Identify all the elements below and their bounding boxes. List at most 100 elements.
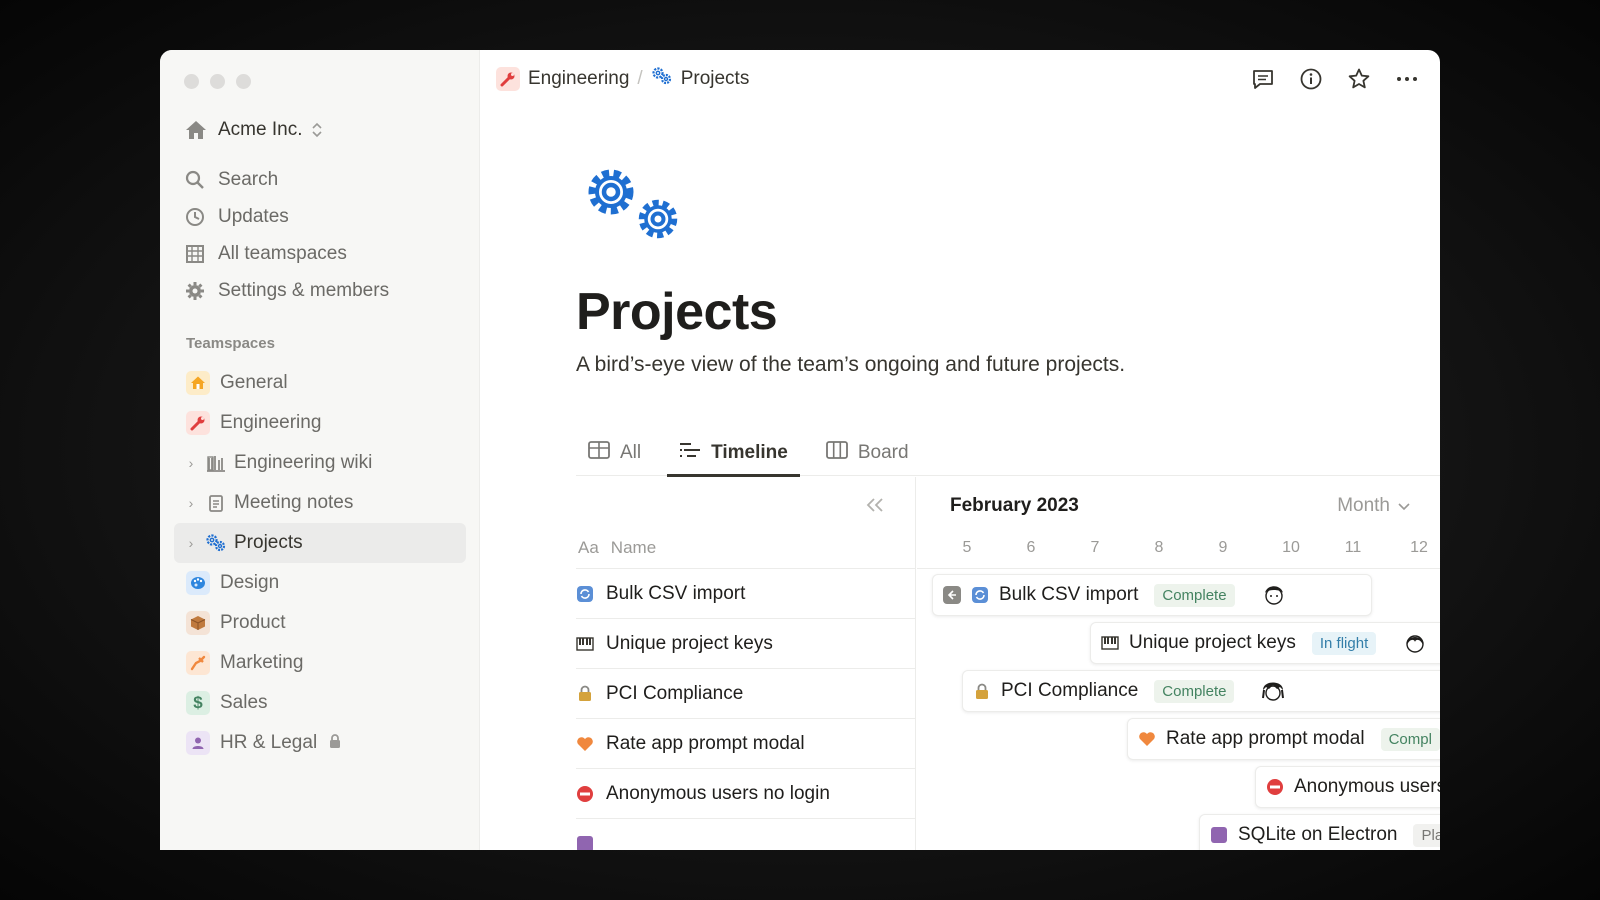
row-name: Bulk CSV import — [606, 582, 746, 604]
sidebar-item-general[interactable]: General — [174, 363, 466, 403]
tab-all[interactable]: All — [576, 430, 653, 476]
status-badge: Compl — [1380, 727, 1440, 751]
app-window: Acme Inc. Search Updates All teamspaces … — [160, 50, 1440, 850]
sqlite-icon — [1210, 826, 1228, 844]
sidebar-item-label: Settings & members — [218, 279, 390, 301]
bar-name: Anonymous users — [1294, 776, 1440, 797]
sidebar-item-marketing[interactable]: Marketing — [174, 643, 466, 683]
timeline-bar[interactable]: Unique project keys In flight — [1090, 622, 1440, 664]
text-type-icon: Aa — [578, 537, 599, 557]
piano-icon — [576, 635, 594, 653]
chevron-right-icon[interactable]: › — [184, 455, 198, 471]
bar-name: Rate app prompt modal — [1166, 728, 1365, 749]
breadcrumb-engineering[interactable]: Engineering — [496, 67, 629, 91]
breadcrumb-projects[interactable]: Projects — [651, 66, 749, 92]
arrow-left-icon[interactable] — [943, 586, 961, 604]
no-entry-icon — [576, 785, 594, 803]
chevron-right-icon[interactable]: › — [184, 535, 198, 551]
sidebar-item-label: Updates — [218, 205, 289, 227]
day-label: 10 — [1282, 539, 1300, 556]
table-row[interactable]: PCI Compliance — [576, 669, 915, 719]
house-icon — [184, 118, 208, 142]
clock-icon — [184, 206, 206, 228]
sidebar-item-all-teamspaces[interactable]: All teamspaces — [184, 235, 464, 272]
tab-board[interactable]: Board — [814, 430, 921, 476]
day-label: 8 — [1154, 539, 1164, 556]
table-pane: Aa Name Bulk CSV import Unique project k… — [576, 477, 916, 850]
sidebar: Acme Inc. Search Updates All teamspaces … — [160, 50, 480, 850]
star-icon[interactable] — [1346, 66, 1372, 92]
wrench-icon — [186, 411, 210, 435]
minimize-window-button[interactable] — [210, 74, 225, 89]
sidebar-item-label: Engineering — [220, 412, 322, 433]
more-options-icon[interactable] — [1394, 66, 1420, 92]
zoom-window-button[interactable] — [236, 74, 251, 89]
sidebar-item-engineering-wiki[interactable]: › Engineering wiki — [174, 443, 466, 483]
chevron-up-down-icon — [312, 122, 323, 138]
sqlite-icon — [576, 835, 594, 850]
status-badge: Complete — [1154, 679, 1235, 703]
chevron-right-icon[interactable]: › — [184, 495, 198, 511]
avatar — [1261, 582, 1287, 608]
comment-icon[interactable] — [1250, 66, 1276, 92]
sidebar-item-sales[interactable]: $ Sales — [174, 683, 466, 723]
sidebar-item-label: Product — [220, 612, 286, 633]
row-name: Rate app prompt modal — [606, 732, 805, 754]
table-row[interactable]: Rate app prompt modal — [576, 719, 915, 769]
chevron-down-icon — [1398, 495, 1410, 517]
collapse-icon[interactable] — [865, 493, 885, 519]
search-icon — [184, 169, 206, 191]
sidebar-item-label: Projects — [234, 532, 303, 553]
table-row[interactable] — [576, 819, 915, 850]
dollar-icon: $ — [186, 691, 210, 715]
sidebar-item-settings[interactable]: Settings & members — [184, 272, 464, 309]
sidebar-item-design[interactable]: Design — [174, 563, 466, 603]
bar-name: PCI Compliance — [1001, 680, 1139, 701]
sidebar-item-label: Design — [220, 572, 280, 593]
avatar — [1402, 630, 1428, 656]
breadcrumb-separator: / — [637, 68, 643, 89]
workspace-switcher[interactable]: Acme Inc. — [184, 118, 323, 142]
teamspaces-list: General Engineering › Engineering wiki › — [174, 363, 466, 763]
window-controls — [184, 74, 251, 89]
page-title[interactable]: Projects — [576, 282, 778, 342]
timeline-scale-label: Month — [1337, 495, 1390, 516]
timeline-bar[interactable]: SQLite on Electron Pla — [1199, 814, 1440, 850]
timeline-bar[interactable]: Bulk CSV import Complete — [932, 574, 1372, 616]
timeline-scale-select[interactable]: Month — [1337, 495, 1410, 517]
lock-icon — [576, 685, 594, 703]
workspace-name: Acme Inc. — [218, 119, 303, 140]
row-name: Anonymous users no login — [606, 782, 830, 804]
sidebar-item-label: Marketing — [220, 652, 304, 673]
table-row[interactable]: Anonymous users no login — [576, 769, 915, 819]
house-icon — [186, 371, 210, 395]
sidebar-item-hr-legal[interactable]: HR & Legal — [174, 723, 466, 763]
sidebar-item-engineering[interactable]: Engineering — [174, 403, 466, 443]
timeline-bar[interactable]: Rate app prompt modal Compl — [1127, 718, 1440, 760]
bar-name: Bulk CSV import — [999, 584, 1139, 605]
day-label: 11 — [1344, 539, 1362, 556]
sidebar-item-updates[interactable]: Updates — [184, 198, 464, 235]
sidebar-item-label: Engineering wiki — [234, 452, 373, 473]
sidebar-item-product[interactable]: Product — [174, 603, 466, 643]
sidebar-item-projects[interactable]: › Projects — [174, 523, 466, 563]
day-label: 12 — [1410, 539, 1428, 556]
timeline-bar[interactable]: PCI Compliance Complete — [962, 670, 1440, 712]
sidebar-item-meeting-notes[interactable]: › Meeting notes — [174, 483, 466, 523]
table-row[interactable]: Unique project keys — [576, 619, 915, 669]
gears-icon[interactable] — [580, 162, 684, 251]
info-icon[interactable] — [1298, 66, 1324, 92]
page-description[interactable]: A bird’s-eye view of the team’s ongoing … — [576, 353, 1125, 377]
tab-timeline[interactable]: Timeline — [667, 430, 800, 477]
timeline-icon — [679, 441, 701, 465]
gear-icon — [184, 280, 206, 302]
timeline-bar[interactable]: Anonymous users — [1255, 766, 1440, 808]
table-header: Aa Name — [576, 527, 915, 569]
table-row[interactable]: Bulk CSV import — [576, 569, 915, 619]
tab-label: Timeline — [711, 442, 788, 463]
timeline-pane: February 2023 Month 5 6 7 8 9 10 11 12 B… — [917, 477, 1440, 850]
no-entry-icon — [1266, 778, 1284, 796]
name-column-header[interactable]: Name — [611, 538, 656, 558]
close-window-button[interactable] — [184, 74, 199, 89]
sidebar-item-search[interactable]: Search — [184, 161, 464, 198]
